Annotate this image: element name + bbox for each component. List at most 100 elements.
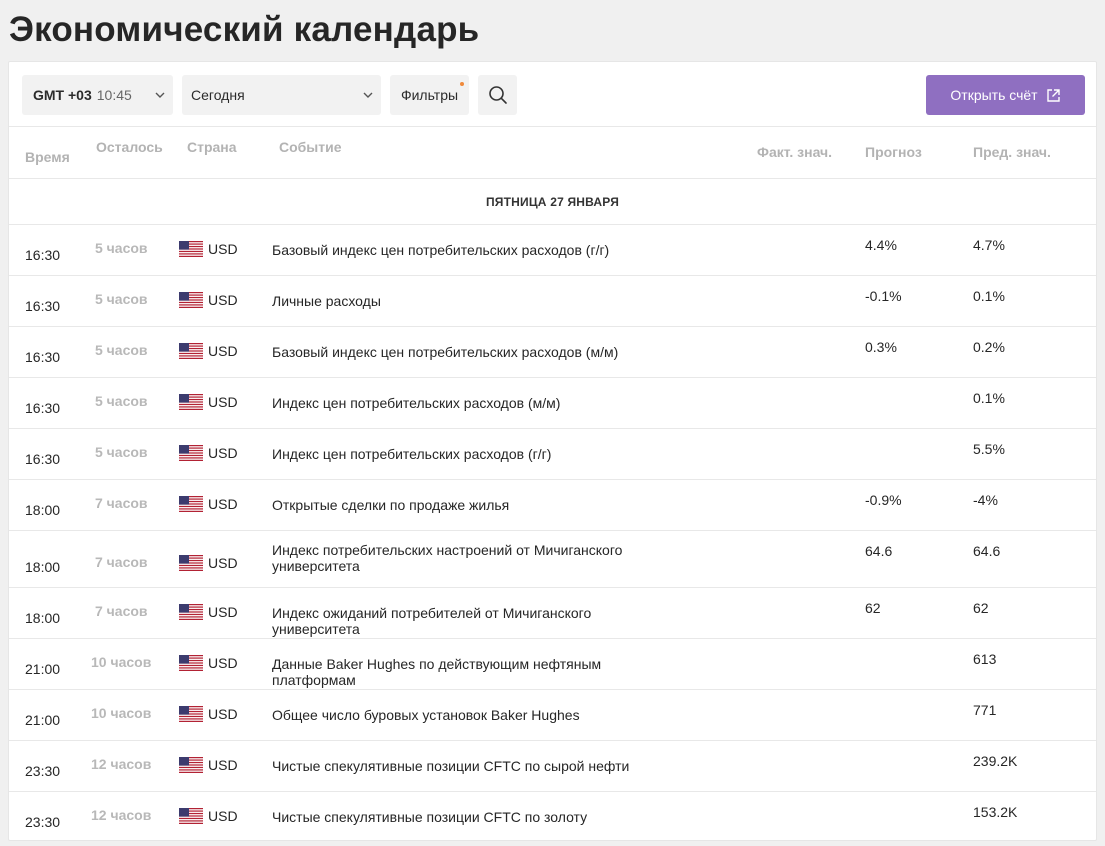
event-currency: USD — [208, 394, 238, 410]
us-flag-icon — [179, 394, 203, 410]
table-row[interactable]: 16:30 5 часов USD Личные расходы -0.1% 0.1% — [9, 276, 1096, 327]
event-currency: USD — [208, 555, 238, 571]
external-link-icon — [1046, 88, 1060, 102]
event-title[interactable]: Общее число буровых установок Baker Hugh… — [272, 707, 662, 723]
event-country: USD — [179, 292, 238, 308]
event-currency: USD — [208, 343, 238, 359]
table-row[interactable]: 16:30 5 часов USD Индекс цен потребительски… — [9, 378, 1096, 429]
event-remaining: 7 часов — [95, 554, 148, 570]
column-header-country[interactable]: Страна — [187, 139, 237, 155]
timezone-time: 10:45 — [96, 87, 132, 103]
event-previous: 613 — [973, 651, 997, 667]
event-remaining: 12 часов — [91, 756, 152, 772]
us-flag-icon — [179, 604, 203, 620]
event-title[interactable]: Личные расходы — [272, 293, 662, 309]
us-flag-icon — [179, 241, 203, 257]
event-previous: 0.2% — [973, 339, 1005, 355]
event-previous: 64.6 — [973, 543, 1001, 559]
day-header: ПЯТНИЦА 27 ЯНВАРЯ — [9, 179, 1096, 225]
event-currency: USD — [208, 496, 238, 512]
event-title[interactable]: Открытые сделки по продаже жилья — [272, 497, 662, 513]
event-currency: USD — [208, 655, 238, 671]
event-title[interactable]: Индекс цен потребительских расходов (м/м… — [272, 395, 662, 411]
event-currency: USD — [208, 604, 238, 620]
event-forecast: -0.1% — [865, 288, 902, 304]
table-row[interactable]: 18:00 7 часов USD Индекс ожиданий потребите… — [9, 588, 1096, 639]
event-title[interactable]: Чистые спекулятивные позиции CFTC по сыр… — [272, 758, 662, 774]
open-account-label: Открыть счёт — [950, 87, 1038, 103]
event-previous: 4.7% — [973, 237, 1005, 253]
table-row[interactable]: 21:00 10 часов USD Общее число буровых уста… — [9, 690, 1096, 741]
event-country: USD — [179, 445, 238, 461]
event-time: 23:30 — [25, 814, 61, 830]
us-flag-icon — [179, 757, 203, 773]
table-row[interactable]: 16:30 5 часов USD Базовый индекс цен потреб… — [9, 225, 1096, 276]
filters-indicator-dot — [460, 82, 464, 86]
event-country: USD — [179, 555, 238, 571]
event-title[interactable]: Базовый индекс цен потребительских расхо… — [272, 344, 662, 360]
table-header: Время Осталось Страна Событие Факт. знач… — [9, 127, 1096, 179]
event-previous: 62 — [973, 600, 989, 616]
search-button[interactable] — [478, 75, 517, 115]
event-title[interactable]: Индекс ожиданий потребителей от Мичиганс… — [272, 605, 662, 637]
toolbar: GMT +03 10:45 Сегодня Фильтры Открыть сч… — [9, 62, 1096, 127]
search-icon — [488, 86, 507, 104]
table-row[interactable]: 23:30 12 часов USD Чистые спекулятивные поз… — [9, 741, 1096, 792]
table-row[interactable]: 21:00 10 часов USD Данные Baker Hughes по д… — [9, 639, 1096, 690]
us-flag-icon — [179, 706, 203, 722]
event-previous: 5.5% — [973, 441, 1005, 457]
event-time: 21:00 — [25, 712, 61, 728]
event-remaining: 7 часов — [95, 603, 148, 619]
date-select[interactable]: Сегодня — [182, 75, 381, 115]
event-previous: 153.2K — [973, 804, 1018, 820]
event-country: USD — [179, 604, 238, 620]
event-currency: USD — [208, 445, 238, 461]
chevron-down-icon — [363, 92, 373, 98]
event-previous: 239.2K — [973, 753, 1018, 769]
event-title[interactable]: Индекс цен потребительских расходов (г/г… — [272, 446, 662, 462]
event-country: USD — [179, 655, 238, 671]
event-time: 16:30 — [25, 298, 61, 314]
event-forecast: 64.6 — [865, 543, 893, 559]
us-flag-icon — [179, 555, 203, 571]
event-title[interactable]: Чистые спекулятивные позиции CFTC по зол… — [272, 809, 662, 825]
page-title: Экономический календарь — [9, 10, 480, 49]
table-row[interactable]: 18:00 7 часов USD Открытые сделки по продаж… — [9, 480, 1096, 531]
event-time: 18:00 — [25, 502, 61, 518]
event-country: USD — [179, 808, 238, 824]
us-flag-icon — [179, 343, 203, 359]
table-row[interactable]: 18:00 7 часов USD Индекс потребительских на… — [9, 531, 1096, 588]
event-remaining: 5 часов — [95, 291, 148, 307]
event-title[interactable]: Данные Baker Hughes по действующим нефтя… — [272, 656, 662, 688]
event-title[interactable]: Базовый индекс цен потребительских расхо… — [272, 242, 662, 258]
event-remaining: 12 часов — [91, 807, 152, 823]
event-time: 16:30 — [25, 247, 61, 263]
table-row[interactable]: 23:30 12 часов USD Чистые спекулятивные поз… — [9, 792, 1096, 840]
event-title[interactable]: Индекс потребительских настроений от Мич… — [272, 542, 662, 574]
event-remaining: 10 часов — [91, 654, 152, 670]
event-country: USD — [179, 757, 238, 773]
us-flag-icon — [179, 655, 203, 671]
table-row[interactable]: 16:30 5 часов USD Базовый индекс цен потреб… — [9, 327, 1096, 378]
column-header-previous[interactable]: Пред. знач. — [973, 144, 1051, 160]
event-forecast: 4.4% — [865, 237, 897, 253]
column-header-forecast[interactable]: Прогноз — [865, 144, 922, 160]
chevron-down-icon — [155, 92, 165, 98]
open-account-button[interactable]: Открыть счёт — [926, 75, 1085, 115]
event-time: 16:30 — [25, 400, 61, 416]
table-row[interactable]: 16:30 5 часов USD Индекс цен потребительски… — [9, 429, 1096, 480]
event-time: 18:00 — [25, 610, 61, 626]
filters-button[interactable]: Фильтры — [390, 75, 469, 115]
column-header-time[interactable]: Время — [25, 149, 70, 165]
calendar-card: GMT +03 10:45 Сегодня Фильтры Открыть сч… — [8, 61, 1097, 841]
event-currency: USD — [208, 808, 238, 824]
event-time: 16:30 — [25, 451, 61, 467]
event-remaining: 7 часов — [95, 495, 148, 511]
timezone-select[interactable]: GMT +03 10:45 — [22, 75, 173, 115]
column-header-remaining[interactable]: Осталось — [96, 139, 163, 155]
column-header-actual[interactable]: Факт. знач. — [757, 144, 832, 160]
event-time: 23:30 — [25, 763, 61, 779]
column-header-event[interactable]: Событие — [279, 139, 342, 155]
event-previous: 771 — [973, 702, 997, 718]
event-remaining: 5 часов — [95, 342, 148, 358]
